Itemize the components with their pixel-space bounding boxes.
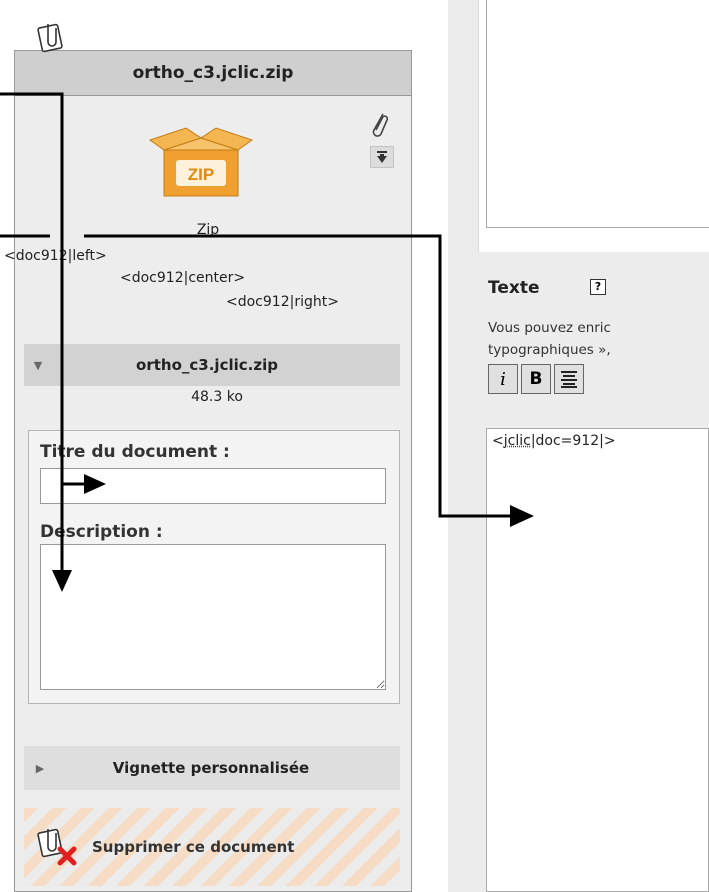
expand-triangle-icon: ▶ bbox=[35, 761, 45, 775]
description-textarea[interactable] bbox=[40, 544, 386, 690]
title-label: Titre du document : bbox=[40, 442, 230, 462]
delete-document-icon bbox=[37, 828, 77, 866]
zip-box-icon: ZIP bbox=[148, 127, 254, 197]
paperclip-icon[interactable] bbox=[368, 110, 390, 140]
editor-content: <jclic|doc=912|> bbox=[492, 433, 616, 449]
panel-header: ortho_c3.jclic.zip bbox=[14, 50, 412, 96]
file-section-title: ortho_c3.jclic.zip bbox=[136, 356, 278, 374]
thumbnail-section-header[interactable]: ▶ Vignette personnalisée bbox=[24, 746, 400, 790]
bold-button[interactable]: B bbox=[521, 364, 551, 394]
align-center-icon bbox=[561, 371, 577, 388]
title-input[interactable] bbox=[40, 468, 386, 504]
thumbnail-section-title: Vignette personnalisée bbox=[112, 759, 310, 777]
file-section-header[interactable]: ▼ ortho_c3.jclic.zip bbox=[24, 344, 400, 386]
preview-box bbox=[486, 0, 709, 228]
zip-icon-label: ZIP bbox=[188, 165, 214, 184]
description-label: Description : bbox=[40, 522, 163, 542]
download-arrow-icon[interactable] bbox=[370, 146, 394, 168]
italic-button[interactable]: i bbox=[488, 364, 518, 394]
delete-document-button[interactable]: Supprimer ce document bbox=[24, 808, 400, 886]
editor-prefix: < bbox=[492, 433, 504, 449]
file-size: 48.3 ko bbox=[191, 389, 243, 405]
document-attach-icon bbox=[37, 23, 63, 53]
embed-tag-center: <doc912|center> bbox=[120, 270, 246, 286]
text-hint-line1: Vous pouvez enric bbox=[488, 320, 611, 336]
delete-document-label: Supprimer ce document bbox=[92, 838, 295, 856]
help-icon[interactable]: ? bbox=[590, 279, 606, 295]
editor-suffix: |doc=912|> bbox=[530, 433, 616, 449]
embed-tag-right: <doc912|right> bbox=[226, 294, 339, 310]
text-hint-line2: typographiques », bbox=[488, 342, 611, 358]
column-divider bbox=[448, 0, 478, 892]
embed-tag-left: <doc912|left> bbox=[4, 248, 107, 264]
text-heading: Texte bbox=[488, 278, 540, 298]
content-editor[interactable] bbox=[486, 428, 709, 892]
document-filename: ortho_c3.jclic.zip bbox=[132, 63, 294, 83]
editor-misspelled-word: jclic bbox=[503, 433, 531, 449]
file-type-label: Zip bbox=[196, 222, 220, 238]
center-align-button[interactable] bbox=[554, 364, 584, 394]
collapse-triangle-icon: ▼ bbox=[33, 358, 43, 372]
